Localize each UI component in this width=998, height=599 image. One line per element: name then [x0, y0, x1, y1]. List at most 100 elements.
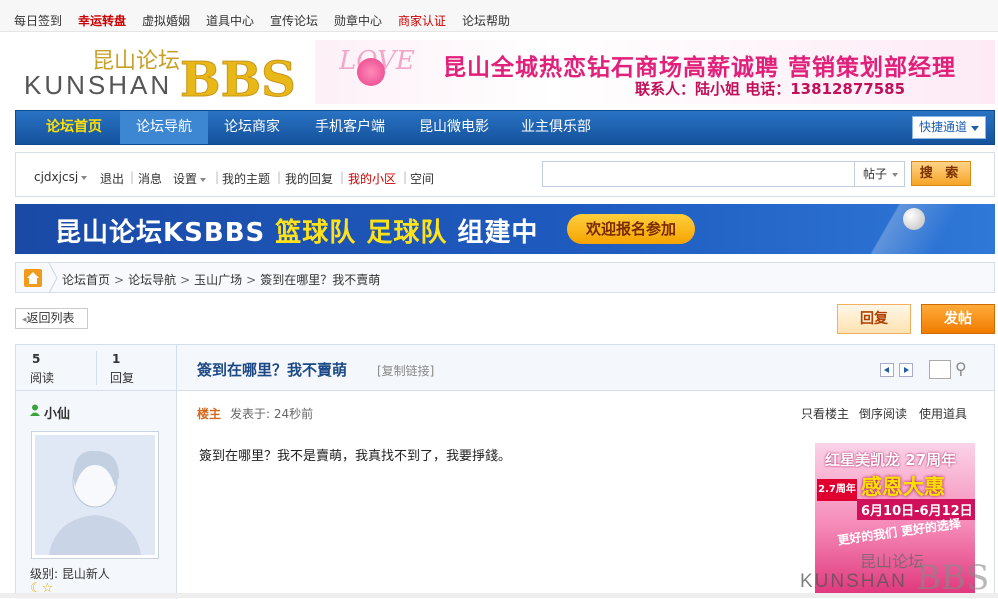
post-timestamp: 发表于: 24秒前	[230, 407, 314, 421]
breadcrumb-separator	[48, 263, 58, 293]
ad-line1: 红星美凯龙 27周年	[825, 451, 957, 469]
divider: |	[130, 170, 135, 184]
watermark-bbs: BBS	[916, 558, 989, 591]
breadcrumb-forum-guide[interactable]: 论坛导航	[128, 273, 176, 287]
username-label: cjdxjcsj	[34, 170, 79, 184]
quick-access-label: 快捷通道	[919, 120, 968, 134]
breadcrumb: 论坛首页 > 论坛导航 > 玉山广场 > 簽到在哪里？我不賣萌	[15, 262, 995, 293]
team-recruit-banner[interactable]: 昆山论坛KSBBS 篮球队 足球队 组建中 欢迎报名参加	[15, 204, 995, 254]
post-content: 簽到在哪里？我不是賣萌，我真找不到了，我要掙錢。	[199, 449, 512, 464]
next-thread-icon[interactable]	[899, 363, 913, 377]
banner-text-highlight: 篮球队 足球队	[275, 218, 448, 248]
user-online-icon	[30, 404, 40, 416]
logo-en-text: KUNSHAN	[24, 70, 172, 100]
nav-forum-merchants[interactable]: 论坛商家	[210, 111, 294, 144]
divider	[96, 351, 97, 385]
banner-top-contact: 联系人：陆小姐 电话：13812877585	[635, 80, 906, 98]
settings-menu[interactable]: 设置	[173, 170, 207, 187]
join-signup-button[interactable]: 欢迎报名参加	[567, 214, 695, 244]
link-virtual-marriage[interactable]: 虚拟婚姻	[142, 12, 190, 29]
football-icon	[903, 208, 925, 230]
flower-icon	[357, 58, 385, 86]
default-avatar-icon	[49, 450, 141, 555]
chevron-down-icon	[971, 126, 979, 131]
reverse-order-link[interactable]: 倒序阅读	[859, 405, 907, 422]
quick-access-dropdown[interactable]: 快捷通道	[912, 116, 986, 139]
divider: |	[277, 170, 282, 184]
watermark-cn: 昆山论坛	[860, 552, 924, 571]
breadcrumb-current-thread[interactable]: 簽到在哪里？我不賣萌	[260, 273, 380, 287]
top-links-bar: 每日签到 幸运转盘 虚拟婚姻 道具中心 宣传论坛 勋章中心 商家认证 论坛帮助	[0, 0, 998, 32]
views-label: 阅读	[30, 371, 55, 385]
horizontal-scrollbar[interactable]	[0, 593, 998, 598]
link-props-center[interactable]: 道具中心	[206, 12, 254, 29]
ad-line2: 感恩大惠	[861, 475, 945, 499]
replies-label: 回复	[110, 371, 135, 385]
search-button[interactable]: 搜 索	[911, 161, 971, 186]
my-topics-link[interactable]: 我的主题	[222, 170, 270, 187]
link-promo-forum[interactable]: 宣传论坛	[270, 12, 318, 29]
chevron-right-icon: >	[180, 273, 191, 287]
prev-thread-icon[interactable]	[880, 363, 894, 377]
logout-link[interactable]: 退出	[100, 170, 124, 187]
banner-mid-headline: 昆山论坛KSBBS 篮球队 足球队 组建中	[55, 212, 538, 249]
avatar-placeholder	[35, 435, 155, 555]
page-jump-box[interactable]	[929, 360, 951, 379]
watermark-logo: 昆山论坛 KUNSHAN BBS	[798, 551, 993, 598]
home-icon[interactable]	[24, 269, 42, 287]
ad-badge: 2.7周年	[817, 479, 857, 501]
new-post-button[interactable]: 发帖	[921, 304, 995, 334]
divider: |	[340, 170, 345, 184]
top-banner-ad[interactable]: LOVE 昆山全城热恋钻石商场高薪诚聘 营销策划部经理 联系人：陆小姐 电话：1…	[315, 40, 995, 104]
author-sidebar: 小仙 级别: 昆山新人 ☾☆	[16, 391, 177, 599]
copy-link[interactable]: [复制链接]	[377, 362, 434, 379]
breadcrumb-forum-home[interactable]: 论坛首页	[62, 273, 110, 287]
nav-micro-film[interactable]: 昆山微电影	[406, 111, 502, 144]
thread-title-bar: 簽到在哪里？我不賣萌 [复制链接] ⚲	[177, 345, 994, 391]
user-toolbar: cjdxjcsj 退出 | 消息 设置 | 我的主题 | 我的回复 | 我的小区…	[15, 152, 995, 197]
author-only-link[interactable]: 只看楼主	[801, 405, 849, 422]
replies-count: 1	[112, 352, 121, 366]
author-level: 级别: 昆山新人	[30, 567, 110, 581]
banner-text-suffix: 组建中	[447, 218, 539, 248]
reply-button[interactable]: 回复	[837, 304, 911, 334]
logo-bbs-text: BBS	[180, 52, 296, 102]
link-medal-center[interactable]: 勋章中心	[334, 12, 382, 29]
banner-top-headline: 昆山全城热恋钻石商场高薪诚聘 营销策划部经理	[443, 55, 957, 81]
search-input[interactable]	[542, 161, 855, 187]
link-daily-signin[interactable]: 每日签到	[14, 12, 62, 29]
link-forum-help[interactable]: 论坛帮助	[462, 12, 510, 29]
nav-owners-club[interactable]: 业主俱乐部	[508, 111, 604, 144]
link-merchant-cert[interactable]: 商家认证	[398, 12, 446, 29]
chevron-right-icon: >	[114, 273, 125, 287]
divider: |	[403, 170, 408, 184]
link-lucky-wheel[interactable]: 幸运转盘	[78, 12, 126, 29]
username-menu[interactable]: cjdxjcsj	[34, 170, 88, 184]
breadcrumb-yushan-plaza[interactable]: 玉山广场	[194, 273, 242, 287]
nav-mobile-client[interactable]: 手机客户端	[300, 111, 400, 144]
my-community-link[interactable]: 我的小区	[348, 170, 396, 187]
search-type-select[interactable]: 帖子	[855, 161, 905, 187]
watermark-en: KUNSHAN	[800, 571, 907, 591]
use-props-link[interactable]: 使用道具	[919, 405, 967, 422]
divider: |	[215, 170, 220, 184]
breadcrumb-items: 论坛首页 > 论坛导航 > 玉山广场 > 簽到在哪里？我不賣萌	[62, 271, 380, 288]
back-to-list-button[interactable]: ◂返回列表	[15, 308, 88, 329]
chevron-down-icon	[892, 173, 898, 177]
author-name[interactable]: 小仙	[44, 403, 70, 422]
search-type-label: 帖子	[863, 167, 888, 181]
wrench-icon[interactable]: ⚲	[955, 359, 967, 378]
thread-stats: 5 阅读 1 回复	[16, 345, 177, 391]
avatar[interactable]	[31, 431, 159, 559]
chevron-down-icon	[81, 175, 88, 180]
settings-label: 设置	[173, 172, 198, 186]
site-logo[interactable]: 昆山论坛 KUNSHAN BBS	[20, 40, 310, 109]
my-replies-link[interactable]: 我的回复	[285, 170, 333, 187]
nav-forum-guide[interactable]: 论坛导航	[120, 111, 208, 144]
messages-link[interactable]: 消息	[138, 170, 162, 187]
nav-forum-home[interactable]: 论坛首页	[30, 111, 118, 144]
chevron-right-icon: >	[246, 273, 257, 287]
views-count: 5	[32, 352, 41, 366]
space-link[interactable]: 空间	[410, 170, 434, 187]
thread-title: 簽到在哪里？我不賣萌	[197, 361, 348, 379]
